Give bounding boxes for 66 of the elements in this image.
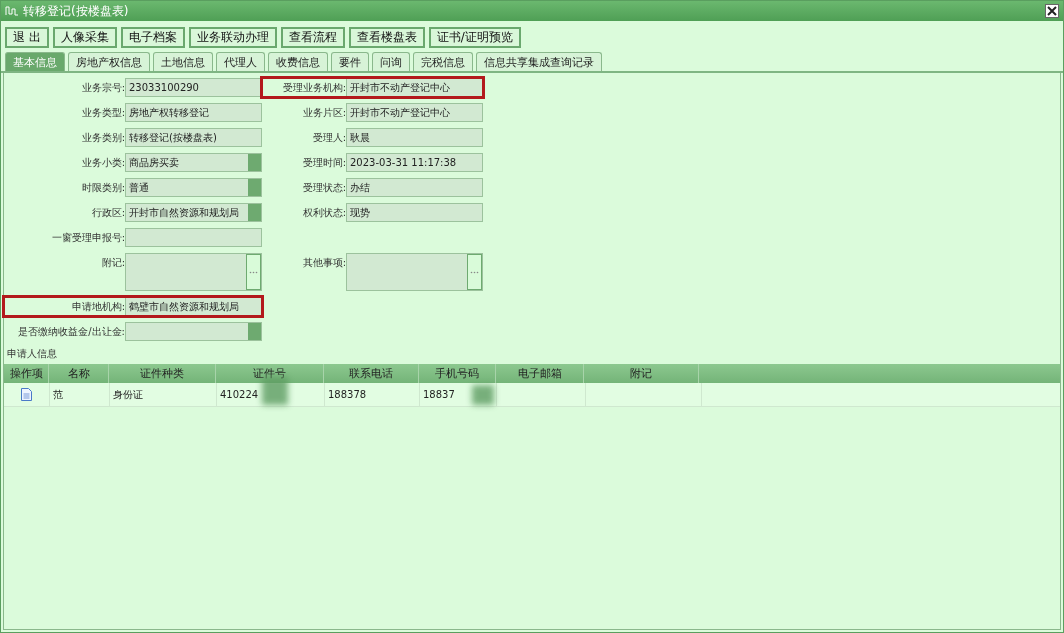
field-label: 时限类别: [80,181,125,195]
close-icon [1047,6,1057,16]
tab[interactable]: 完税信息 [413,52,473,71]
section-title: 申请人信息 [6,347,58,361]
field-label: 申请地机构: [70,300,125,314]
toolbar-button[interactable]: 电子档案 [120,27,185,48]
input-field[interactable]: 23033100290 [125,78,262,97]
tab[interactable]: 要件 [331,52,369,71]
dropdown-button[interactable] [248,154,261,171]
document-icon[interactable] [21,388,32,401]
field-label: 业务类别: [80,131,125,145]
toolbar-button[interactable]: 退 出 [5,27,49,48]
toolbar-button[interactable]: 查看流程 [280,27,345,48]
table-cell: 身份证 [110,383,217,406]
field-label: 受理业务机构: [281,81,346,95]
close-button[interactable] [1045,4,1059,18]
input-field[interactable]: 耿晨 [346,128,483,147]
field-label: 业务小类: [80,156,125,170]
window-title: 转移登记(按楼盘表) [23,2,130,20]
table-cell: 188378 [325,383,420,406]
tab[interactable]: 收费信息 [268,52,328,71]
input-field[interactable]: 2023-03-31 11:17:38 [346,153,483,172]
redaction-mark [262,377,288,405]
field-label: 附记: [100,256,125,270]
field-label: 是否缴纳收益金/出让金: [17,325,125,339]
field-label: 受理时间: [301,156,346,170]
toolbar-button[interactable]: 人像采集 [52,27,117,48]
ellipsis-button[interactable] [246,254,261,290]
input-field[interactable]: 现势 [346,203,483,222]
input-field[interactable]: 房地产权转移登记 [125,103,262,122]
toolbar-button[interactable]: 业务联动办理 [188,27,277,48]
window-icon [5,6,19,16]
field-label: 受理人: [311,131,346,145]
select-field[interactable]: 开封市自然资源和规划局 [125,203,262,222]
input-field[interactable] [346,253,483,291]
dropdown-button[interactable] [248,179,261,196]
input-field[interactable]: 鹤壁市自然资源和规划局 [125,297,262,316]
input-field[interactable]: 办结 [346,178,483,197]
input-field[interactable]: 开封市不动产登记中心 [346,78,483,97]
input-field[interactable]: 转移登记(按楼盘表) [125,128,262,147]
input-field[interactable]: 开封市不动产登记中心 [346,103,483,122]
tab[interactable]: 房地产权信息 [68,52,150,71]
select-field[interactable] [125,322,262,341]
redaction-mark [472,385,494,405]
tab[interactable]: 信息共享集成查询记录 [476,52,602,71]
field-label: 一窗受理申报号: [50,231,125,245]
select-field[interactable]: 商品房买卖 [125,153,262,172]
table-cell: 范 [50,383,110,406]
tab[interactable]: 土地信息 [153,52,213,71]
input-field[interactable] [125,228,262,247]
field-label: 业务片区: [301,106,346,120]
field-label: 业务类型: [80,106,125,120]
tab[interactable]: 代理人 [216,52,265,71]
field-label: 权利状态: [301,206,346,220]
field-label: 其他事项: [301,256,346,270]
dropdown-button[interactable] [248,323,261,340]
field-label: 行政区: [90,206,125,220]
select-field[interactable]: 普通 [125,178,262,197]
input-field[interactable] [125,253,262,291]
ellipsis-button[interactable] [467,254,482,290]
tab[interactable]: 问询 [372,52,410,71]
toolbar-button[interactable]: 证书/证明预览 [428,27,521,48]
field-label: 业务宗号: [80,81,125,95]
dropdown-button[interactable] [248,204,261,221]
toolbar-button[interactable]: 查看楼盘表 [348,27,425,48]
field-label: 受理状态: [301,181,346,195]
